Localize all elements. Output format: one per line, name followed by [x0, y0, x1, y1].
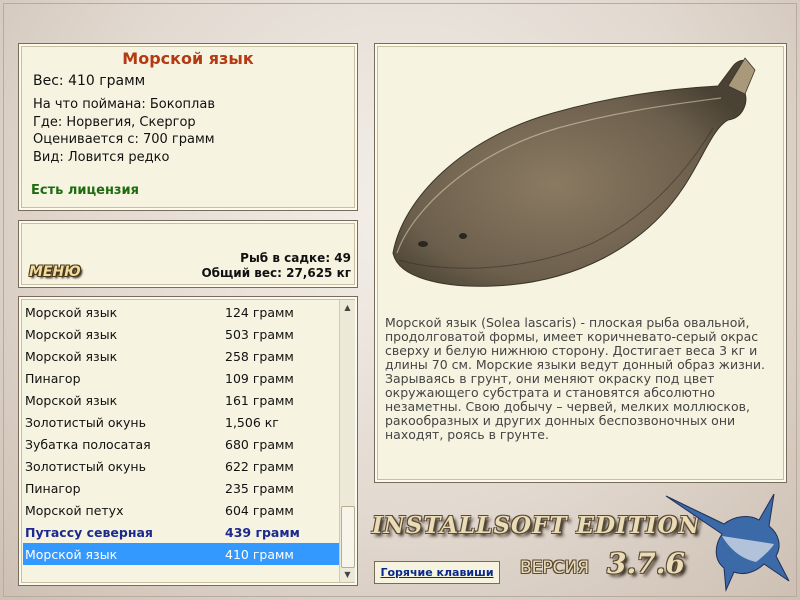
fish-title: Морской язык [122, 49, 254, 68]
fish-image [392, 57, 756, 287]
caught-with: На что поймана: Бокоплав [33, 97, 215, 112]
location: Где: Норвегия, Скергор [33, 114, 196, 130]
fish-info-panel: Морской язык Вес: 410 грамм На что пойма… [18, 43, 358, 211]
marlin-icon [665, 493, 790, 592]
version-label: ВЕРСИЯ [520, 558, 590, 578]
fish-description: Морской язык (Solea lascaris) - плоская … [385, 315, 765, 442]
list-item[interactable]: Зубатка полосатая 680 грамм [23, 433, 341, 455]
list-item[interactable]: Морской язык 124 грамм [23, 301, 341, 323]
list-item-selected[interactable]: Морской язык 410 грамм [23, 543, 341, 565]
fish-details: На что поймана: Бокоплав Где: Норвегия, … [33, 96, 215, 166]
list-item[interactable]: Морской язык 161 грамм [23, 389, 341, 411]
list-item[interactable]: Пинагор 235 грамм [23, 477, 341, 499]
list-item[interactable]: Пинагор 109 грамм [23, 367, 341, 389]
list-item[interactable]: Морской петух 604 грамм [23, 499, 341, 521]
arrow-up-icon[interactable]: ▲ [340, 300, 355, 315]
fish-image-panel: Морской язык (Solea lascaris) - плоская … [374, 43, 787, 483]
license-status: Есть лицензия [31, 183, 139, 198]
rarity: Вид: Ловится редко [33, 149, 170, 165]
scrollbar-thumb[interactable] [341, 506, 355, 568]
valued-from: Оценивается с: 700 грамм [33, 132, 215, 147]
list-item-highlighted[interactable]: Путассу северная 439 грамм [23, 521, 341, 543]
list-item[interactable]: Морской язык 503 грамм [23, 323, 341, 345]
list-item[interactable]: Золотистый окунь 1,506 кг [23, 411, 341, 433]
menu-button[interactable]: МЕНЮ [29, 264, 81, 280]
edition-title: INSTALLSOFT EDITION [372, 512, 701, 539]
arrow-down-icon[interactable]: ▼ [340, 567, 355, 582]
stats-panel: МЕНЮ Рыб в садке: 49 Общий вес: 27,625 к… [18, 220, 358, 288]
list-item[interactable]: Морской язык 258 грамм [23, 345, 341, 367]
fish-weight: Вес: 410 грамм [33, 73, 146, 89]
fish-count: Рыб в садке: 49 [240, 251, 351, 265]
list-scrollbar[interactable]: ▲ ▼ [339, 300, 355, 582]
hotkeys-button[interactable]: Горячие клавиши [374, 561, 500, 584]
list-item[interactable]: Золотистый окунь 622 грамм [23, 455, 341, 477]
fish-list[interactable]: Морской язык 124 грамм Морской язык 503 гр… [18, 296, 358, 586]
total-weight: Общий вес: 27,625 кг [201, 266, 351, 280]
